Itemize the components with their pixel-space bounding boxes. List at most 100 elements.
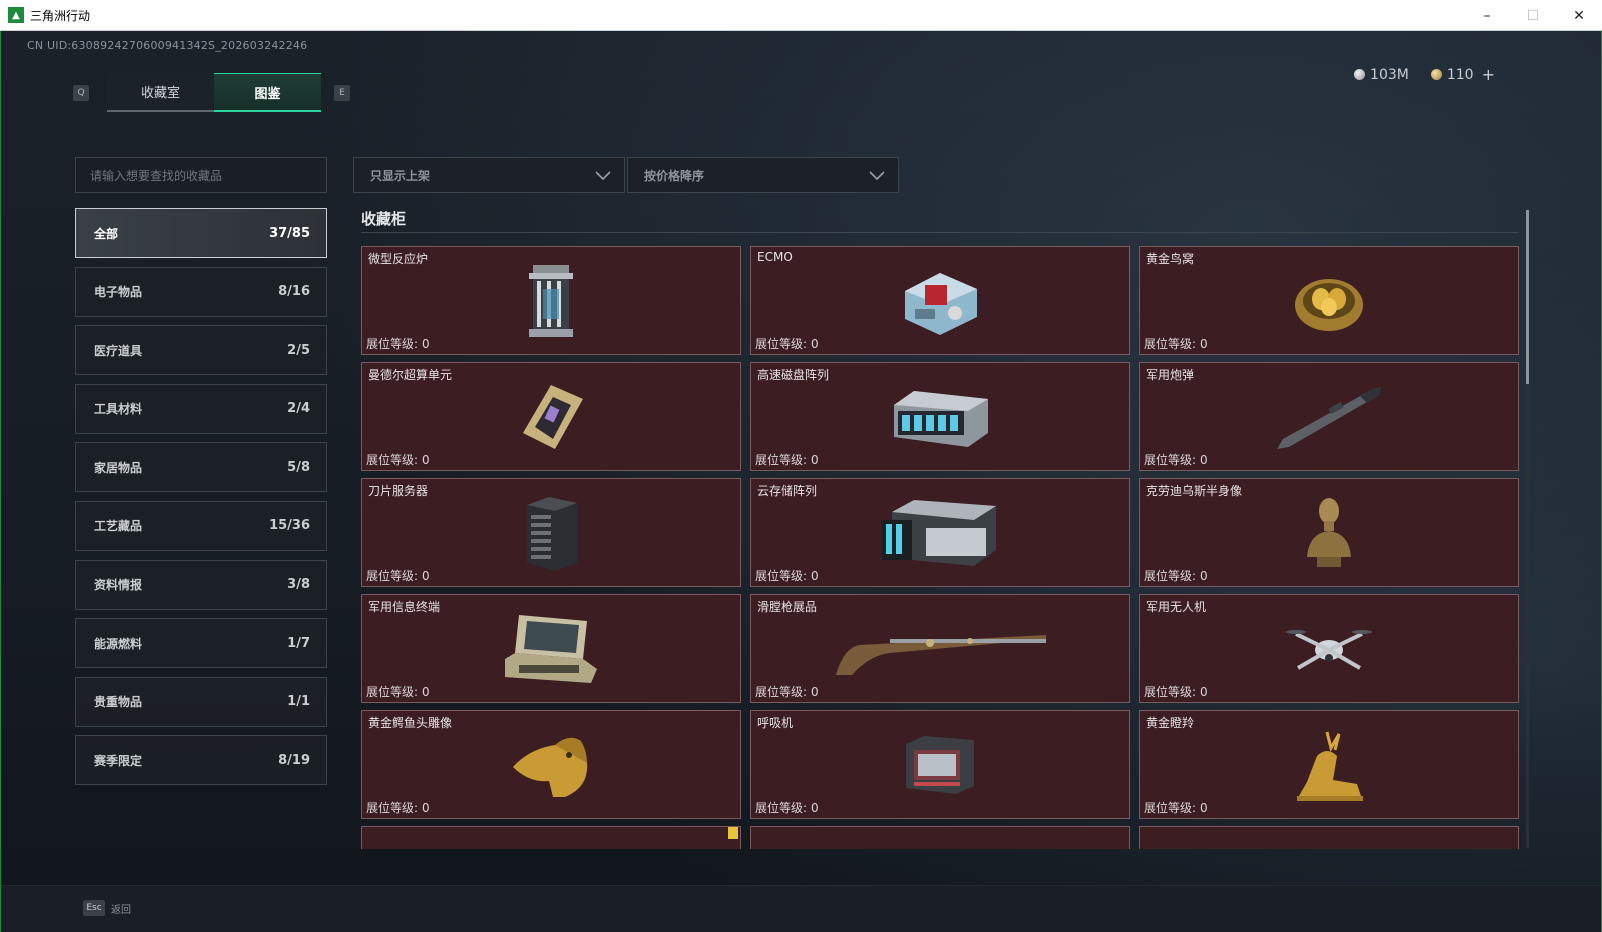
item-card-partial[interactable] xyxy=(1139,826,1519,849)
sort-dropdown-value: 按价格降序 xyxy=(644,168,705,183)
item-level: 展位等级: 0 xyxy=(755,453,819,467)
item-name: 黄金瞪羚 xyxy=(1146,716,1195,730)
category-electronics[interactable]: 电子物品 8/16 xyxy=(75,266,327,317)
item-card-partial[interactable] xyxy=(750,826,1130,849)
tab-collection-room[interactable]: 收藏室 xyxy=(107,73,214,112)
category-count: 2/5 xyxy=(287,342,310,358)
new-flag-icon xyxy=(728,827,738,839)
ventilator-icon xyxy=(906,735,974,794)
golden-nest-icon xyxy=(1295,278,1363,331)
category-label: 工具材料 xyxy=(94,402,143,417)
item-name: 呼吸机 xyxy=(757,716,794,730)
bottom-bar: Esc 返回 xyxy=(1,885,1601,932)
category-energy[interactable]: 能源燃料 1/7 xyxy=(75,618,327,669)
grid-scrollbar-thumb[interactable] xyxy=(1526,210,1529,384)
category-label: 电子物品 xyxy=(94,285,143,300)
app-logo-icon: ▲ xyxy=(8,7,24,23)
reactor-icon xyxy=(529,264,573,337)
item-grid-viewport: 微型反应炉 展位等级: 0 ECMO 展位等级: 0 黄金鸟窝 展位等级: 0 … xyxy=(361,246,1521,849)
tab-codex[interactable]: 图鉴 xyxy=(214,73,321,112)
category-season-limited[interactable]: 赛季限定 8/19 xyxy=(75,735,327,786)
item-level: 展位等级: 0 xyxy=(755,801,819,815)
golden-crocodile-icon xyxy=(513,737,588,797)
category-count: 2/4 xyxy=(287,401,310,417)
item-level: 展位等级: 0 xyxy=(366,801,430,815)
item-card-partial[interactable] xyxy=(361,826,741,849)
category-intel[interactable]: 资料情报 3/8 xyxy=(75,559,327,610)
gold-coin-icon xyxy=(1430,69,1442,80)
category-list: 全部 37/85 电子物品 8/16 医疗道具 2/5 工具材料 2/4 家居物… xyxy=(75,208,327,794)
military-terminal-icon xyxy=(505,614,597,683)
currency-silver: 103M xyxy=(1354,65,1409,84)
item-card-musket[interactable]: 滑膛枪展品 展位等级: 0 xyxy=(750,594,1130,703)
category-valuables[interactable]: 贵重物品 1/1 xyxy=(75,676,327,727)
gold-amount: 110 xyxy=(1446,66,1474,83)
category-count: 5/8 xyxy=(287,459,310,475)
window-title: 三角洲行动 xyxy=(30,8,91,23)
item-name: 黄金鳄鱼头雕像 xyxy=(368,716,453,730)
category-label: 能源燃料 xyxy=(94,636,143,651)
chevron-down-icon xyxy=(869,171,885,181)
disk-array-icon xyxy=(894,390,988,447)
item-card-golden-crocodile[interactable]: 黄金鳄鱼头雕像 展位等级: 0 xyxy=(361,710,741,819)
minimize-button[interactable]: – xyxy=(1464,0,1510,31)
item-card-golden-nest[interactable]: 黄金鸟窝 展位等级: 0 xyxy=(1139,246,1519,355)
item-card-military-terminal[interactable]: 军用信息终端 展位等级: 0 xyxy=(361,594,741,703)
item-level: 展位等级: 0 xyxy=(1144,801,1208,815)
item-card-cloud-storage[interactable]: 云存储阵列 展位等级: 0 xyxy=(750,478,1130,587)
chevron-down-icon xyxy=(595,171,611,181)
item-level: 展位等级: 0 xyxy=(1144,569,1208,583)
item-card-golden-gazelle[interactable]: 黄金瞪羚 展位等级: 0 xyxy=(1139,710,1519,819)
category-label: 医疗道具 xyxy=(94,343,143,358)
item-card-artillery-shell[interactable]: 军用炮弹 展位等级: 0 xyxy=(1139,362,1519,471)
search-input[interactable]: 请输入想要查找的收藏品 xyxy=(75,157,327,193)
item-card-micro-reactor[interactable]: 微型反应炉 展位等级: 0 xyxy=(361,246,741,355)
currency-bar: 103M 110 + xyxy=(1354,65,1495,84)
silver-coin-icon xyxy=(1354,69,1366,80)
section-title: 收藏柜 xyxy=(361,210,407,228)
category-label: 全部 xyxy=(94,226,119,241)
maximize-button[interactable]: ☐ xyxy=(1510,0,1556,31)
category-label: 贵重物品 xyxy=(94,695,143,710)
back-button[interactable]: Esc 返回 xyxy=(83,900,131,916)
category-count: 1/1 xyxy=(287,694,310,710)
close-button[interactable]: ✕ xyxy=(1556,0,1602,31)
category-count: 15/36 xyxy=(269,518,310,534)
item-name: 刀片服务器 xyxy=(368,484,429,498)
item-name: 微型反应炉 xyxy=(368,252,429,266)
category-crafts[interactable]: 工艺藏品 15/36 xyxy=(75,500,327,551)
item-card-military-drone[interactable]: 军用无人机 展位等级: 0 xyxy=(1139,594,1519,703)
item-level: 展位等级: 0 xyxy=(366,685,430,699)
item-level: 展位等级: 0 xyxy=(755,569,819,583)
item-card-disk-array[interactable]: 高速磁盘阵列 展位等级: 0 xyxy=(750,362,1130,471)
sort-dropdown[interactable]: 按价格降序 xyxy=(627,157,899,193)
category-medical[interactable]: 医疗道具 2/5 xyxy=(75,325,327,376)
item-level: 展位等级: 0 xyxy=(755,685,819,699)
category-label: 资料情报 xyxy=(94,578,143,593)
category-tools[interactable]: 工具材料 2/4 xyxy=(75,383,327,434)
filter-dropdown[interactable]: 只显示上架 xyxy=(353,157,625,193)
artillery-shell-icon xyxy=(1277,386,1381,449)
bust-icon xyxy=(1307,497,1351,567)
category-label: 赛季限定 xyxy=(94,753,143,768)
section-divider xyxy=(361,232,1519,233)
drone-icon xyxy=(1286,629,1372,670)
item-level: 展位等级: 0 xyxy=(1144,453,1208,467)
category-all[interactable]: 全部 37/85 xyxy=(75,208,327,258)
category-count: 3/8 xyxy=(287,577,310,593)
category-household[interactable]: 家居物品 5/8 xyxy=(75,442,327,493)
item-name: 黄金鸟窝 xyxy=(1146,252,1195,266)
item-card-supercomputer-unit[interactable]: 曼德尔超算单元 展位等级: 0 xyxy=(361,362,741,471)
item-card-ecmo[interactable]: ECMO 展位等级: 0 xyxy=(750,246,1130,355)
supercomputer-unit-icon xyxy=(523,384,583,449)
item-card-claudius-bust[interactable]: 克劳迪乌斯半身像 展位等级: 0 xyxy=(1139,478,1519,587)
item-card-ventilator[interactable]: 呼吸机 展位等级: 0 xyxy=(750,710,1130,819)
currency-gold: 110 + xyxy=(1430,65,1495,84)
item-name: 曼德尔超算单元 xyxy=(368,368,453,382)
item-name: 高速磁盘阵列 xyxy=(757,368,830,382)
item-level: 展位等级: 0 xyxy=(366,453,430,467)
item-card-blade-server[interactable]: 刀片服务器 展位等级: 0 xyxy=(361,478,741,587)
ecmo-icon xyxy=(905,272,977,335)
add-currency-button[interactable]: + xyxy=(1482,65,1495,84)
item-name: 滑膛枪展品 xyxy=(757,600,818,614)
